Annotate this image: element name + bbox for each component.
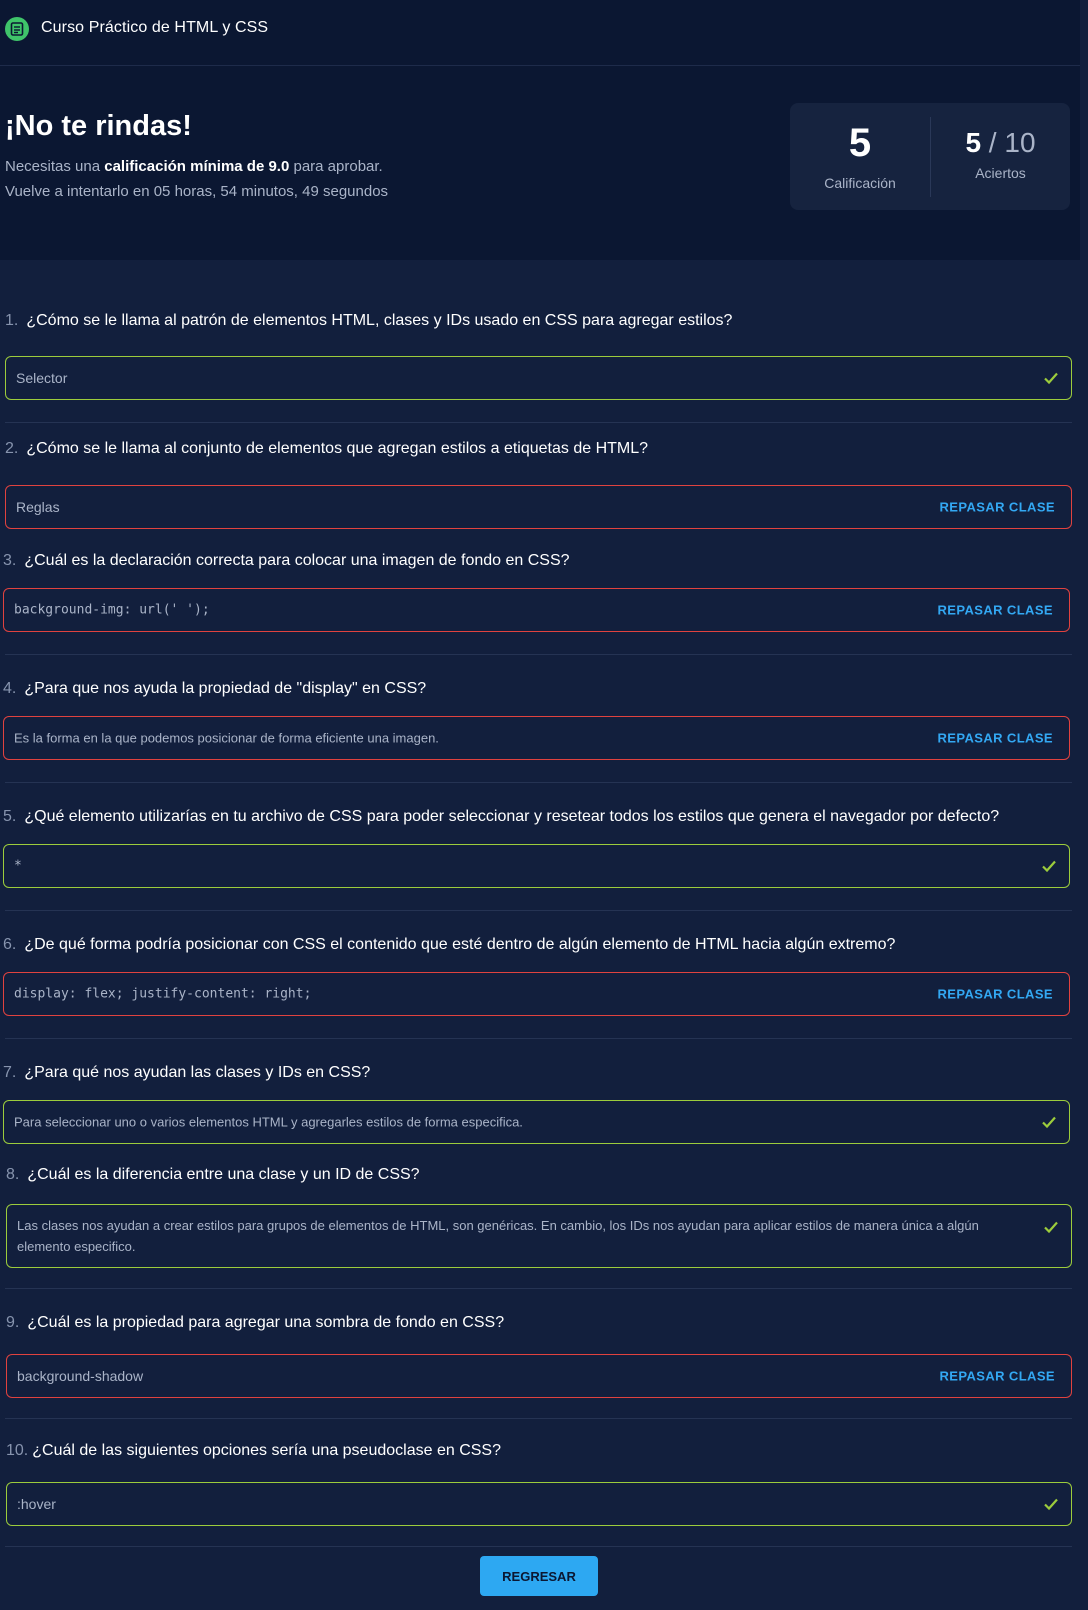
hits-label: Aciertos [975, 165, 1026, 181]
requirement-suffix: para aprobar. [289, 158, 383, 175]
answer-box: background-img: url(' '); REPASAR CLASE [3, 588, 1070, 632]
question-divider [5, 1546, 1072, 1547]
question-divider [5, 422, 1072, 423]
answer-text: display: flex; justify-content: right; [14, 986, 312, 1002]
review-class-link[interactable]: REPASAR CLASE [938, 603, 1053, 618]
answer-box: Para seleccionar uno o varios elementos … [3, 1100, 1070, 1144]
question-divider [5, 910, 1072, 911]
question-number: 3. [3, 552, 17, 569]
answer-text: Las clases nos ayudan a crear estilos pa… [17, 1218, 979, 1254]
question-text: 9. ¿Cuál es la propiedad para agregar una… [6, 1314, 504, 1332]
result-summary: ¡No te rindas! Necesitas una calificació… [0, 66, 1080, 260]
answer-box: Selector [5, 356, 1072, 400]
question-text: 2. ¿Cómo se le llama al conjunto de eleme… [5, 440, 648, 458]
review-class-link[interactable]: REPASAR CLASE [938, 731, 1053, 746]
question-label: ¿Para qué nos ayudan las clases y IDs en… [24, 1064, 371, 1081]
question-label: ¿De qué forma podría posicionar con CSS … [24, 936, 896, 953]
question-number: 6. [3, 936, 17, 953]
question-number: 9. [6, 1314, 20, 1331]
hits-separator: / [981, 127, 1005, 158]
answer-text: :hover [17, 1496, 56, 1512]
question-number: 5. [3, 808, 17, 825]
course-title[interactable]: Curso Práctico de HTML y CSS [41, 19, 268, 37]
requirement-prefix: Necesitas una [5, 158, 105, 175]
answer-text: Para seleccionar uno o varios elementos … [14, 1114, 523, 1130]
question-text: 10. ¿Cuál de las siguientes opciones serí… [6, 1442, 501, 1460]
check-icon [1044, 372, 1058, 385]
question-divider [5, 1288, 1072, 1289]
question-divider [5, 782, 1072, 783]
review-class-link[interactable]: REPASAR CLASE [938, 987, 1053, 1002]
question-number: 8. [6, 1166, 20, 1183]
check-icon [1042, 1116, 1056, 1129]
document-icon [5, 17, 29, 41]
hits-total: 10 [1004, 127, 1036, 158]
grade-label: Calificación [824, 175, 896, 191]
question-number: 10. [6, 1442, 29, 1459]
question-number: 2. [5, 440, 19, 457]
result-heading: ¡No te rindas! [5, 110, 192, 142]
answer-text: Selector [16, 370, 68, 386]
answer-box: :hover [6, 1482, 1072, 1526]
question-label: ¿Cuál de las siguientes opciones sería u… [32, 1442, 501, 1459]
answer-text: Reglas [16, 499, 60, 515]
answer-box: background-shadow REPASAR CLASE [6, 1354, 1072, 1398]
answer-box: Las clases nos ayudan a crear estilos pa… [6, 1204, 1072, 1268]
question-label: ¿Qué elemento utilizarías en tu archivo … [24, 808, 1000, 825]
question-text: 1. ¿Cómo se le llama al patrón de element… [5, 312, 732, 330]
check-icon [1042, 860, 1056, 873]
question-text: 5. ¿Qué elemento utilizarías en tu archiv… [3, 808, 999, 826]
question-number: 7. [3, 1064, 17, 1081]
top-bar: Curso Práctico de HTML y CSS [0, 0, 1080, 66]
question-text: 4. ¿Para que nos ayuda la propiedad de "d… [3, 680, 426, 698]
answer-box: * [3, 844, 1070, 888]
answer-text: background-img: url(' '); [14, 602, 210, 618]
grade-value: 5 [848, 121, 872, 165]
question-number: 4. [3, 680, 17, 697]
hits-correct: 5 [965, 127, 982, 158]
question-text: 8. ¿Cuál es la diferencia entre una clase… [6, 1166, 420, 1184]
question-divider [5, 654, 1072, 655]
question-divider [5, 1038, 1072, 1039]
answer-box: Es la forma en la que podemos posicionar… [3, 716, 1070, 760]
retry-countdown: Vuelve a intentarlo en 05 horas, 54 minu… [5, 183, 389, 200]
review-class-link[interactable]: REPASAR CLASE [940, 1369, 1055, 1384]
question-label: ¿Cuál es la declaración correcta para co… [24, 552, 570, 569]
answer-text: * [14, 858, 22, 874]
question-text: 7. ¿Para qué nos ayudan las clases y IDs … [3, 1064, 370, 1082]
question-number: 1. [5, 312, 19, 329]
answer-box: Reglas REPASAR CLASE [5, 485, 1072, 529]
question-label: ¿Para que nos ayuda la propiedad de "dis… [24, 680, 427, 697]
score-box: 5 Calificación 5 / 10 Aciertos [790, 103, 1070, 210]
review-class-link[interactable]: REPASAR CLASE [940, 500, 1055, 515]
question-label: ¿Cuál es la diferencia entre una clase y… [27, 1166, 420, 1183]
answer-box: display: flex; justify-content: right; R… [3, 972, 1070, 1016]
question-label: ¿Cómo se le llama al conjunto de element… [26, 440, 649, 457]
question-label: ¿Cómo se le llama al patrón de elementos… [26, 312, 733, 329]
question-label: ¿Cuál es la propiedad para agregar una s… [27, 1314, 505, 1331]
question-text: 6. ¿De qué forma podría posicionar con CS… [3, 936, 895, 954]
requirement-text: Necesitas una calificación mínima de 9.0… [5, 158, 383, 175]
check-icon [1044, 1221, 1058, 1234]
back-button[interactable]: REGRESAR [480, 1556, 598, 1596]
question-text: 3. ¿Cuál es la declaración correcta para … [3, 552, 570, 570]
check-icon [1044, 1498, 1058, 1511]
hits-value: 5 / 10 [931, 127, 1070, 159]
question-divider [5, 1418, 1072, 1419]
requirement-min-grade: calificación mínima de 9.0 [104, 158, 290, 175]
answer-text: Es la forma en la que podemos posicionar… [14, 730, 439, 746]
answer-text: background-shadow [17, 1368, 144, 1384]
